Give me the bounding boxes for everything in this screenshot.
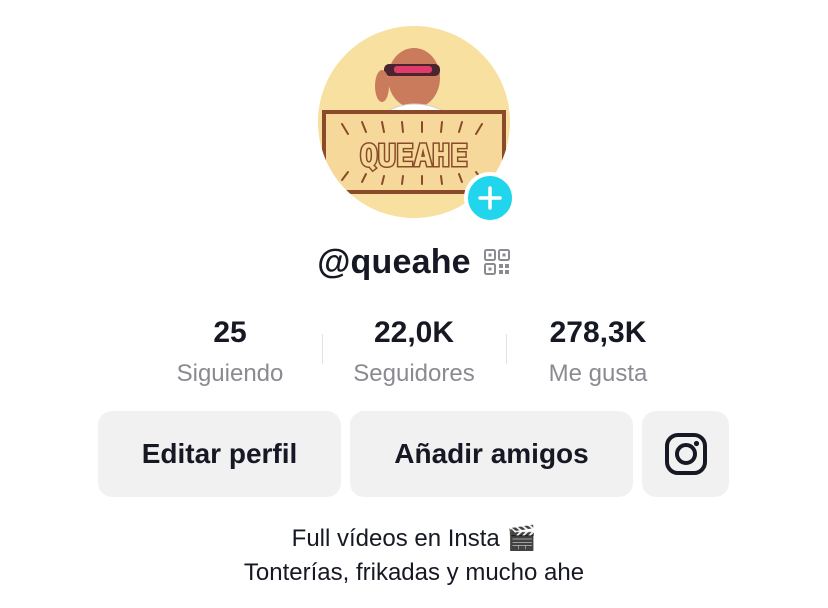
avatar-logo-text: QUEAHE xyxy=(360,139,468,174)
stat-following[interactable]: 25 Siguiendo xyxy=(140,310,320,391)
stat-followers[interactable]: 22,0K Seguidores xyxy=(324,310,504,391)
following-label: Siguiendo xyxy=(176,360,284,387)
plus-icon xyxy=(478,186,502,210)
bio-line-2: Tonterías, frikadas y mucho ahe xyxy=(243,559,585,586)
edit-profile-label: Editar perfil xyxy=(141,438,298,469)
profile-stats: 25 Siguiendo 22,0K Seguidores 278,3K Me … xyxy=(0,310,828,400)
profile-bio: Full vídeos en Insta 🎬 Tonterías, frikad… xyxy=(0,522,828,590)
qr-code-icon[interactable] xyxy=(483,248,511,276)
bio-line-1: Full vídeos en Insta 🎬 xyxy=(291,525,537,552)
username: @queahe xyxy=(317,242,471,281)
likes-count: 278,3K xyxy=(549,316,647,349)
edit-profile-button[interactable]: Editar perfil xyxy=(98,411,341,497)
add-friends-label: Añadir amigos xyxy=(394,438,589,469)
likes-label: Me gusta xyxy=(548,360,648,387)
add-story-button[interactable] xyxy=(464,172,516,224)
followers-count: 22,0K xyxy=(373,316,455,349)
stat-likes[interactable]: 278,3K Me gusta xyxy=(508,310,688,391)
avatar-container[interactable]: QUEAHE xyxy=(318,26,516,224)
followers-label: Seguidores xyxy=(353,360,475,387)
stat-divider xyxy=(506,334,507,364)
username-row: @queahe xyxy=(0,240,828,284)
stat-divider xyxy=(322,334,323,364)
instagram-button[interactable] xyxy=(642,411,729,497)
add-friends-button[interactable]: Añadir amigos xyxy=(350,411,633,497)
following-count: 25 xyxy=(213,316,247,349)
instagram-icon xyxy=(664,433,707,475)
